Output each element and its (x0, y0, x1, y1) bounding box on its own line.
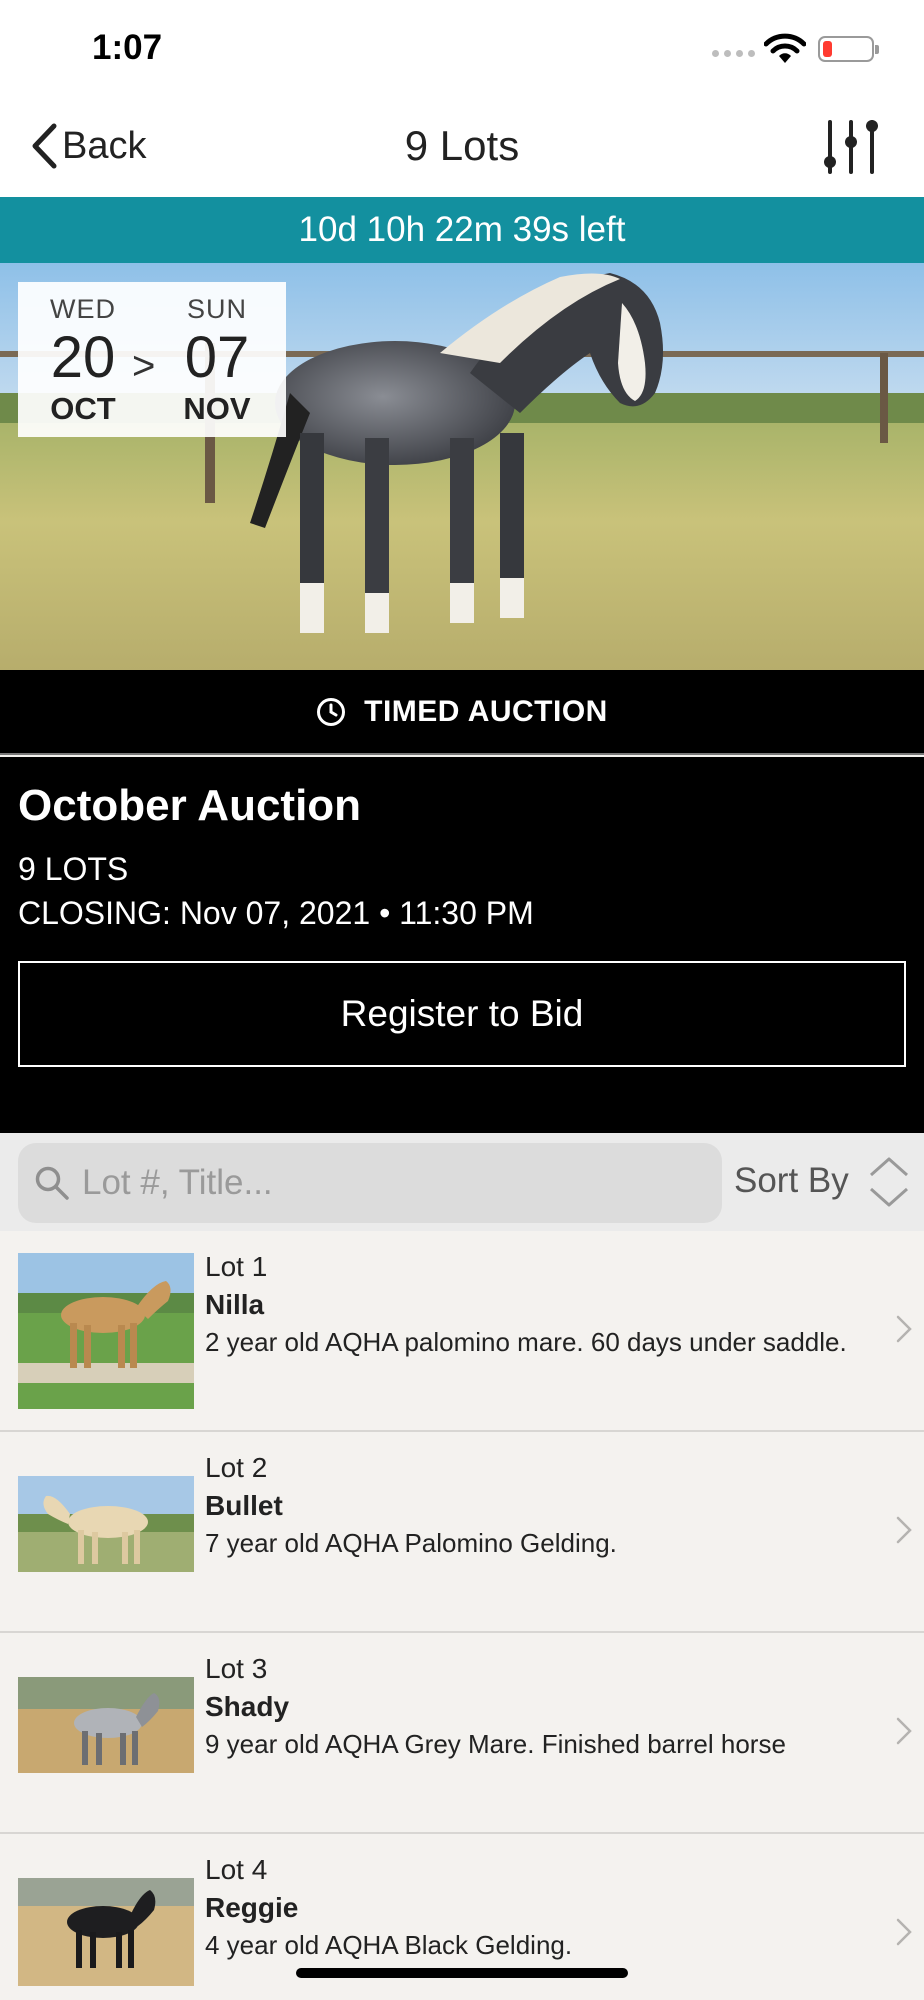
lots-count: 9 LOTS (18, 851, 129, 887)
auction-info: October Auction 9 LOTS CLOSING: Nov 07, … (0, 757, 924, 1133)
lot-description: 9 year old AQHA Grey Mare. Finished barr… (205, 1729, 786, 1759)
closing-time: CLOSING: Nov 07, 2021 • 11:30 PM (18, 895, 534, 931)
clock-icon (317, 697, 346, 726)
search-placeholder: Lot #, Title... (82, 1163, 273, 1202)
filter-sliders-icon[interactable] (822, 118, 880, 176)
search-icon (35, 1166, 69, 1200)
lot-name: Bullet (205, 1490, 283, 1521)
chevron-right-icon (896, 1315, 912, 1343)
auction-title: October Auction (18, 781, 362, 830)
auction-date-range: WED 20 OCT > SUN 07 NOV (18, 282, 286, 437)
lot-thumbnail (18, 1253, 194, 1409)
chevron-right-icon (896, 1516, 912, 1544)
cellular-signal-icon (712, 50, 755, 57)
lot-thumbnail (18, 1454, 194, 1610)
home-indicator[interactable] (296, 1968, 628, 1978)
lot-description: 7 year old AQHA Palomino Gelding. (205, 1528, 617, 1558)
lot-name: Shady (205, 1691, 290, 1722)
sort-arrows-icon[interactable] (868, 1153, 910, 1211)
lot-description: 2 year old AQHA palomino mare. 60 days u… (205, 1327, 847, 1357)
lot-description: 4 year old AQHA Black Gelding. (205, 1930, 573, 1960)
lot-name: Nilla (205, 1289, 265, 1320)
start-day-of-week: WED (50, 294, 116, 324)
countdown-banner: 10d 10h 22m 39s left (0, 197, 924, 263)
lot-row-2[interactable]: Lot 2 Bullet 7 year old AQHA Palomino Ge… (0, 1432, 924, 1633)
auction-type-banner: TIMED AUCTION (0, 670, 924, 755)
chevron-right-icon (896, 1717, 912, 1745)
lot-row-1[interactable]: Lot 1 Nilla 2 year old AQHA palomino mar… (0, 1231, 924, 1432)
page-title: 9 Lots (404, 122, 520, 169)
lot-thumbnail (18, 1655, 194, 1811)
lot-row-3[interactable]: Lot 3 Shady 9 year old AQHA Grey Mare. F… (0, 1633, 924, 1834)
search-sort-bar: Lot #, Title... Sort By (0, 1133, 924, 1231)
lot-number: Lot 1 (205, 1251, 268, 1282)
status-bar: 1:07 (0, 0, 924, 100)
start-date: WED 20 OCT (28, 294, 138, 427)
battery-icon (818, 36, 879, 62)
end-month: NOV (183, 391, 251, 426)
lot-list: Lot 1 Nilla 2 year old AQHA palomino mar… (0, 1231, 924, 2000)
sort-by-button[interactable]: Sort By (734, 1161, 849, 1201)
end-day: 07 (184, 325, 250, 390)
lot-thumbnail (18, 1856, 194, 2000)
lot-number: Lot 2 (205, 1452, 268, 1483)
start-month: OCT (50, 391, 116, 426)
date-range-separator: > (132, 344, 156, 388)
register-to-bid-button[interactable]: Register to Bid (18, 961, 906, 1067)
lot-number: Lot 3 (205, 1653, 268, 1684)
end-day-of-week: SUN (186, 294, 247, 324)
end-date: SUN 07 NOV (162, 294, 272, 427)
lot-name: Reggie (205, 1892, 299, 1923)
navigation-bar: Back 9 Lots (0, 100, 924, 197)
start-day: 20 (50, 325, 116, 390)
status-time: 1:07 (92, 28, 163, 67)
auction-type-label: TIMED AUCTION (364, 694, 608, 728)
lot-number: Lot 4 (205, 1854, 268, 1885)
chevron-right-icon (896, 1918, 912, 1946)
search-input[interactable]: Lot #, Title... (18, 1143, 722, 1223)
wifi-icon (764, 33, 806, 63)
